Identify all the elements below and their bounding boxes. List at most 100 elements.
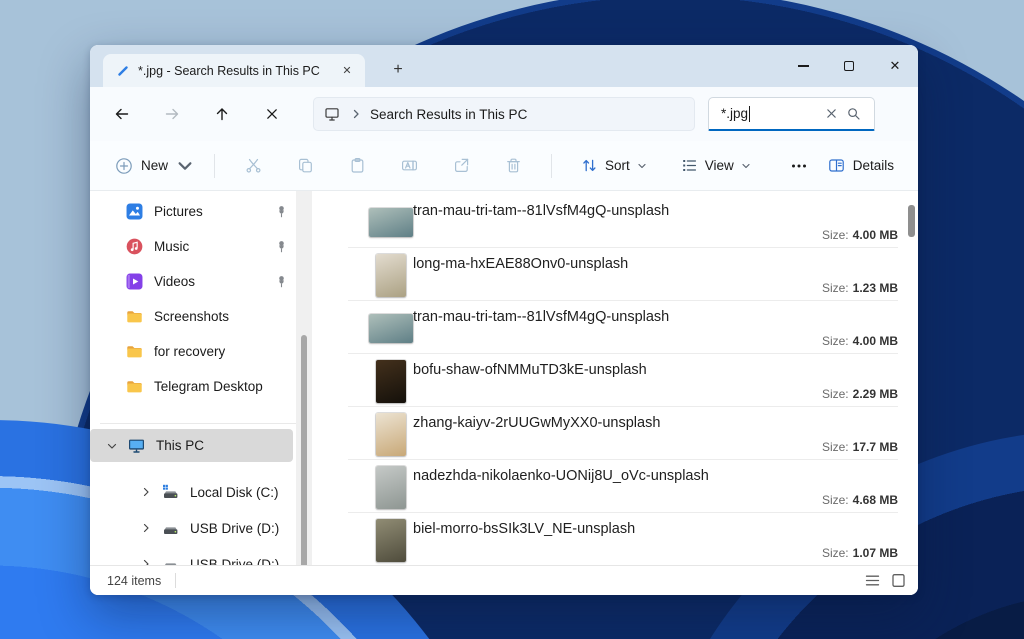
chevron-right-icon[interactable] [140,558,152,565]
sidebar-quick-item[interactable]: Music [90,229,318,264]
chevron-down-icon [742,163,750,168]
folder-icon [126,343,143,360]
videos-icon [126,273,143,290]
sidebar-item-drive[interactable]: USB Drive (D:) [90,546,318,565]
file-size: Size: 4.00 MB [822,334,898,348]
plus-circle-icon [116,157,132,174]
thumbnail-image [369,207,413,237]
status-bar: 124 items [90,565,918,595]
size-value: 17.7 MB [852,440,898,454]
size-label: Size: [821,387,849,401]
chevron-right-icon[interactable] [140,522,152,534]
explorer-tab[interactable]: *.jpg - Search Results in This PC ✕ [103,54,365,87]
more-options-button[interactable] [782,149,816,183]
size-value: 4.00 MB [852,228,898,242]
maximize-button[interactable] [826,45,872,87]
forward-button[interactable] [155,97,189,131]
sidebar-quick-item[interactable]: Videos [90,264,318,299]
tab-icon [118,65,128,76]
file-row[interactable]: zhang-kaiyv-2rUUGwMyXX0-unsplash Size: 17… [348,407,898,460]
chevron-down-icon [178,161,192,170]
tab-title: *.jpg - Search Results in This PC [138,63,320,78]
folder-icon [126,378,143,395]
list-scrollbar-thumb[interactable] [908,205,915,237]
up-button[interactable] [205,97,239,131]
file-thumbnail [368,200,414,244]
tab-close-icon[interactable]: ✕ [337,61,357,81]
close-button[interactable]: ✕ [872,45,918,87]
paste-button[interactable] [338,149,376,183]
thumbnail-image [376,518,406,562]
address-bar[interactable]: Search Results in This PC [313,97,695,131]
file-row[interactable]: bofu-shaw-ofNMMuTD3kE-unsplash Size: 2.29… [348,354,898,407]
sidebar-item-drive[interactable]: Local Disk (C:) [90,474,318,510]
copy-icon [298,158,312,173]
file-name: zhang-kaiyv-2rUUGwMyXX0-unsplash [413,415,661,431]
titlebar[interactable]: *.jpg - Search Results in This PC ✕ + ✕ [90,45,918,87]
text-caret [749,105,751,122]
file-thumbnail [368,306,414,350]
sidebar-quick-item[interactable]: Screenshots [90,299,318,334]
chevron-right-icon[interactable] [140,486,152,498]
new-button-label: New [141,158,169,173]
search-icon [847,108,860,120]
sidebar-divider [100,423,308,424]
sidebar-quick-item[interactable]: Pictures [90,194,318,229]
ellipsis-icon [791,164,806,167]
cut-button[interactable] [234,149,272,183]
file-row[interactable]: tran-mau-tri-tam--81lVsfM4gQ-unsplash Si… [348,195,898,248]
search-input[interactable]: *.jpg [721,106,748,121]
sidebar-item-this-pc[interactable]: This PC [90,429,293,462]
search-submit-button[interactable] [840,105,866,123]
file-row[interactable]: long-ma-hxEAE88Onv0-unsplash Size: 1.23 M… [348,248,898,301]
file-size: Size: 1.07 MB [822,546,898,560]
details-pane-button[interactable]: Details [819,151,903,180]
sidebar-item-label: Videos [154,274,196,289]
details-pane-icon [828,159,844,172]
maximize-icon [844,61,854,71]
file-row[interactable]: tran-mau-tri-tam--81lVsfM4gQ-unsplash Si… [348,301,898,354]
file-row[interactable]: nadezhda-nikolaenko-UONij8U_oVc-unsplash… [348,460,898,513]
minimize-button[interactable] [780,45,826,87]
thumbnail-image [376,253,406,297]
thumbnail-image [369,313,413,343]
arrow-right-icon [165,108,179,120]
this-pc-icon [325,108,339,121]
view-button[interactable]: View [672,151,760,180]
stop-refresh-button[interactable] [255,97,289,131]
pin-icon [275,240,288,253]
sidebar-quick-item[interactable]: for recovery [90,334,318,369]
drives-list: Local Disk (C:) USB Drive (D:) USB Drive… [90,474,318,565]
new-tab-button[interactable]: + [386,58,410,82]
large-icons-view-icon[interactable] [891,573,906,588]
chevron-down-icon[interactable] [106,440,118,452]
search-clear-button[interactable] [822,105,840,123]
file-size: Size: 2.29 MB [822,387,898,401]
delete-button[interactable] [494,149,532,183]
sort-button[interactable]: Sort [572,151,656,180]
sidebar-scrollbar-thumb[interactable] [301,335,307,565]
share-button[interactable] [442,149,480,183]
size-label: Size: [821,228,849,242]
back-button[interactable] [105,97,139,131]
file-thumbnail [368,359,414,403]
command-toolbar: New Sort View Details [90,141,918,191]
thumbnail-image [376,465,406,509]
file-list: tran-mau-tri-tam--81lVsfM4gQ-unsplash Si… [318,191,918,565]
copy-button[interactable] [286,149,324,183]
new-button[interactable]: New [107,151,202,181]
file-size: Size: 1.23 MB [822,281,898,295]
rename-button[interactable] [390,149,428,183]
file-thumbnail [368,465,414,509]
system-drive-icon [162,484,179,501]
usb-drive-icon [162,520,179,537]
pin-icon [275,275,288,288]
sidebar-quick-item[interactable]: Telegram Desktop [90,369,318,404]
file-row[interactable]: biel-morro-bsSIk3LV_NE-unsplash Size: 1.0… [348,513,898,565]
navigation-pane: Pictures Music Videos Screenshots for re… [90,191,318,565]
sort-icon [583,159,596,172]
paste-icon [351,158,363,173]
search-box[interactable]: *.jpg [708,97,875,131]
sidebar-item-drive[interactable]: USB Drive (D:) [90,510,318,546]
list-view-icon[interactable] [865,573,880,588]
